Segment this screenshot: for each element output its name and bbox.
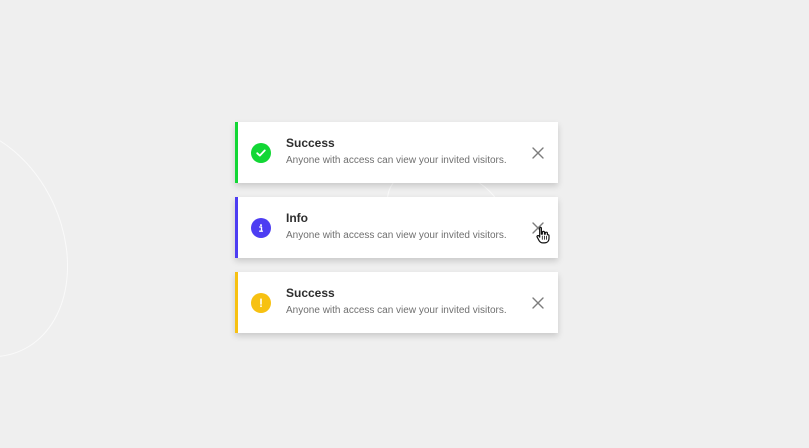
notification-content: Info Anyone with access can view your in… (286, 211, 526, 242)
close-button[interactable] (531, 146, 545, 160)
close-icon (532, 297, 544, 309)
success-notification: Success Anyone with access can view your… (235, 122, 558, 183)
notification-stack: Success Anyone with access can view your… (235, 122, 558, 347)
notification-message: Anyone with access can view your invited… (286, 230, 507, 241)
close-icon (532, 147, 544, 159)
notification-content: Success Anyone with access can view your… (286, 286, 526, 317)
notification-content: Success Anyone with access can view your… (286, 136, 526, 167)
notification-title: Success (286, 136, 335, 150)
close-button[interactable] (531, 221, 545, 235)
notification-message: Anyone with access can view your invited… (286, 305, 507, 316)
notification-title: Info (286, 211, 308, 225)
notification-message: Anyone with access can view your invited… (286, 155, 507, 166)
check-circle-icon (251, 143, 271, 163)
close-button[interactable] (531, 296, 545, 310)
close-icon (532, 222, 544, 234)
page: Success Anyone with access can view your… (0, 0, 809, 448)
info-notification: Info Anyone with access can view your in… (235, 197, 558, 258)
background-decoration-curve (0, 92, 105, 390)
warning-notification: Success Anyone with access can view your… (235, 272, 558, 333)
info-circle-icon (251, 218, 271, 238)
warning-circle-icon (251, 293, 271, 313)
notification-title: Success (286, 286, 335, 300)
